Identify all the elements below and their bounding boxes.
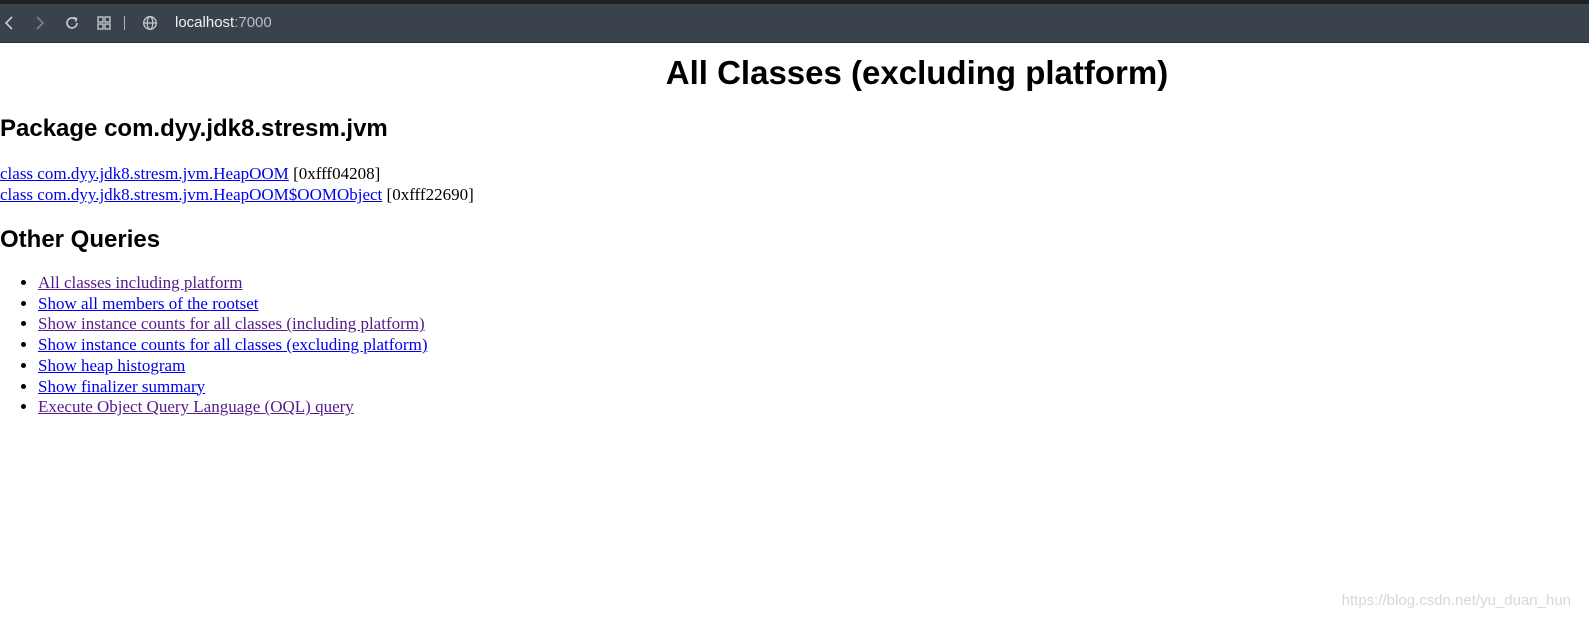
query-link-rootset[interactable]: Show all members of the rootset — [38, 294, 259, 313]
globe-icon — [141, 14, 159, 32]
list-item: Show instance counts for all classes (ex… — [38, 335, 427, 356]
browser-toolbar: localhost:7000 — [0, 4, 1589, 43]
watermark: https://blog.csdn.net/yu_duan_hun — [1341, 592, 1571, 609]
query-list: All classes including platform Show all … — [0, 273, 427, 418]
class-entry: class com.dyy.jdk8.stresm.jvm.HeapOOM$OO… — [0, 184, 474, 205]
class-address: [0xfff22690] — [386, 185, 474, 204]
list-item: Show heap histogram — [38, 356, 427, 377]
list-item: Show instance counts for all classes (in… — [38, 314, 427, 335]
address-bar[interactable]: localhost:7000 — [175, 14, 272, 32]
list-item: Execute Object Query Language (OQL) quer… — [38, 397, 427, 418]
query-link-all-classes-including-platform[interactable]: All classes including platform — [38, 273, 242, 292]
url-host: localhost — [175, 14, 235, 31]
list-item: Show all members of the rootset — [38, 294, 427, 315]
package-heading: Package com.dyy.jdk8.stresm.jvm — [0, 115, 388, 142]
toolbar-divider — [124, 16, 125, 30]
class-entry: class com.dyy.jdk8.stresm.jvm.HeapOOM [0… — [0, 163, 380, 184]
page-title: All Classes (excluding platform) — [665, 54, 1169, 91]
url-port: :7000 — [234, 14, 272, 31]
query-link-finalizer-summary[interactable]: Show finalizer summary — [38, 377, 205, 396]
query-link-oql[interactable]: Execute Object Query Language (OQL) quer… — [38, 397, 354, 416]
reload-icon[interactable] — [63, 14, 81, 32]
page-content: All Classes (excluding platform) Package… — [0, 43, 1589, 620]
other-queries-heading: Other Queries — [0, 226, 161, 253]
class-link[interactable]: class com.dyy.jdk8.stresm.jvm.HeapOOM$OO… — [0, 185, 382, 204]
class-address: [0xfff04208] — [293, 164, 381, 183]
forward-icon[interactable] — [31, 14, 49, 32]
query-link-instance-counts-excluding[interactable]: Show instance counts for all classes (ex… — [38, 335, 427, 354]
back-icon[interactable] — [0, 14, 18, 32]
list-item: Show finalizer summary — [38, 377, 427, 398]
class-link[interactable]: class com.dyy.jdk8.stresm.jvm.HeapOOM — [0, 164, 289, 183]
grid-icon[interactable] — [95, 14, 113, 32]
list-item: All classes including platform — [38, 273, 427, 294]
query-link-heap-histogram[interactable]: Show heap histogram — [38, 356, 185, 375]
query-link-instance-counts-including[interactable]: Show instance counts for all classes (in… — [38, 314, 425, 333]
